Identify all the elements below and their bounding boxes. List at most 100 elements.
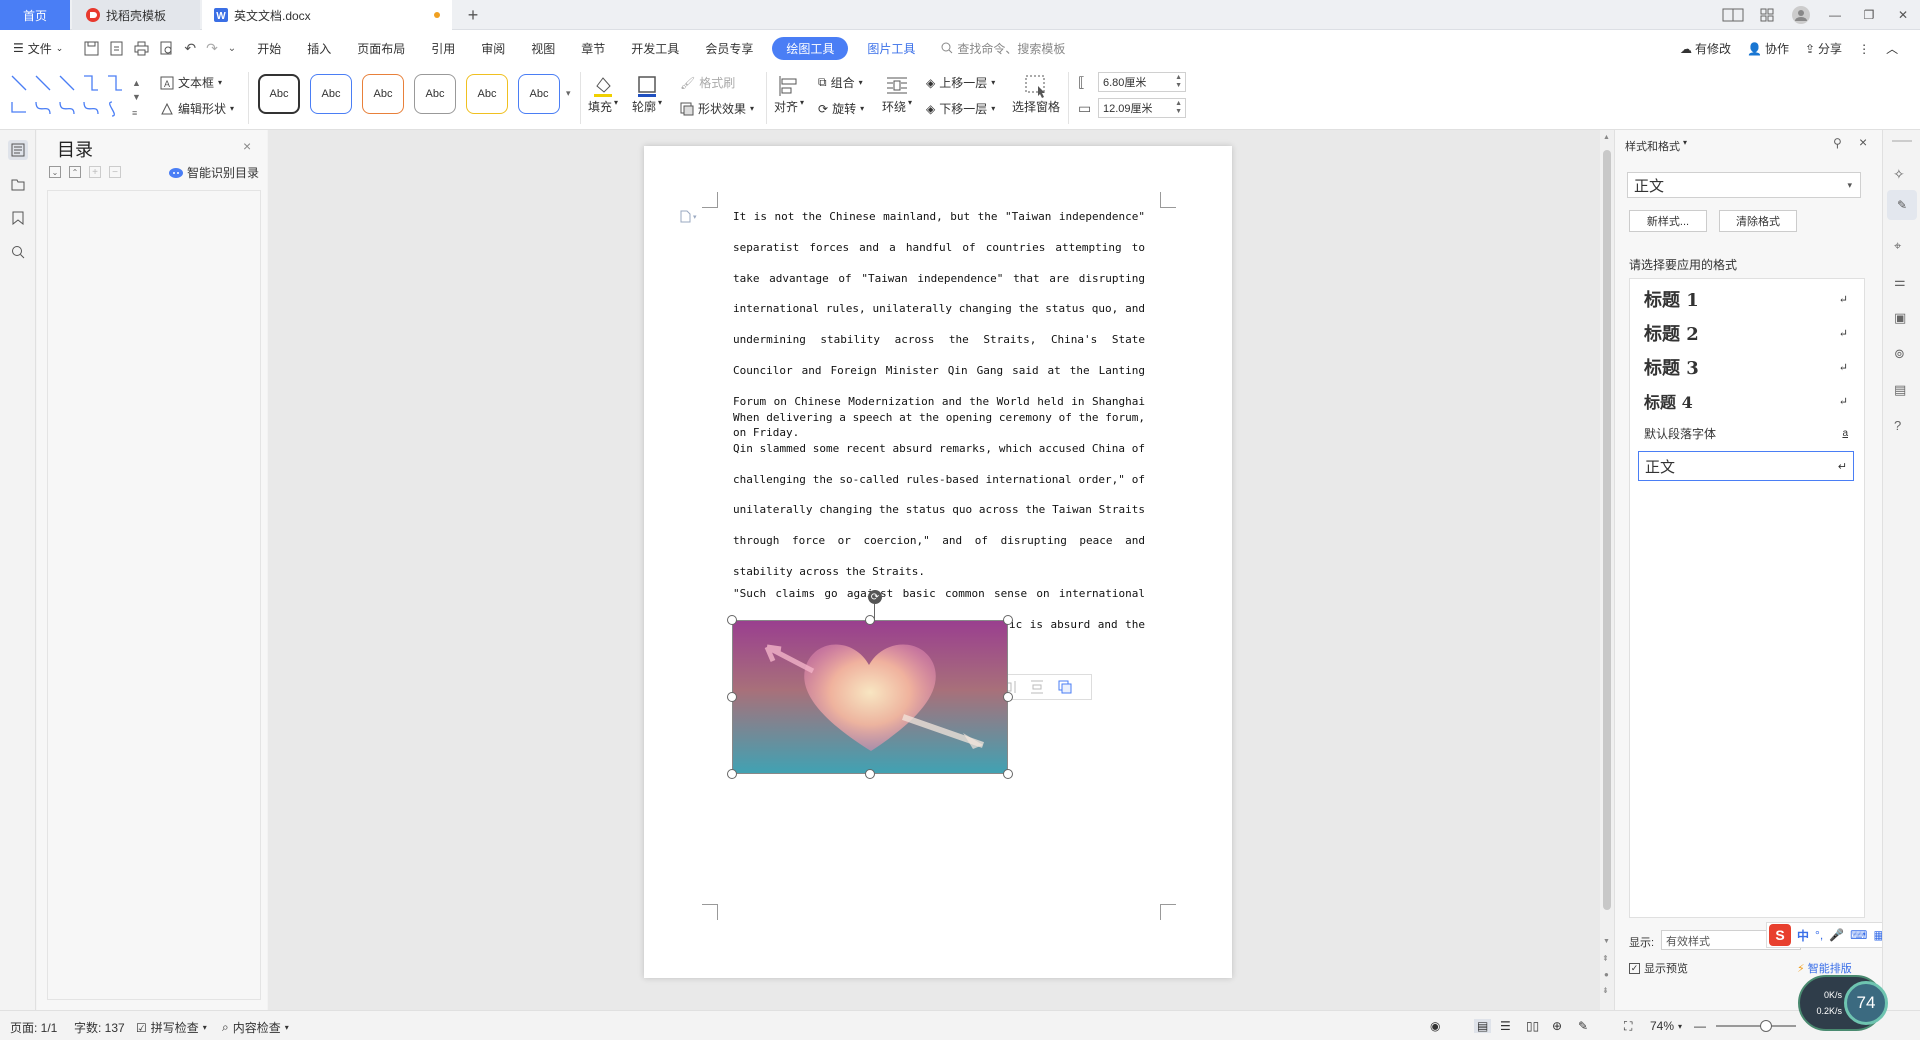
property-sliders-icon[interactable]: ⚌	[1894, 274, 1906, 290]
chapter-nav-icon[interactable]	[8, 174, 28, 194]
read-mode-icon[interactable]: ▤	[1894, 382, 1906, 398]
stepper-icon[interactable]: ▲ ▼	[1175, 74, 1182, 90]
zoom-out-icon[interactable]: —	[1694, 1019, 1706, 1033]
new-style-button[interactable]: 新样式...	[1629, 210, 1707, 232]
backup-icon[interactable]: ⊚	[1894, 346, 1905, 362]
menu-page-layout[interactable]: 页面布局	[344, 40, 418, 57]
bookmark-icon[interactable]	[8, 208, 28, 228]
undo-icon[interactable]: ↶	[184, 40, 196, 57]
text-box-button[interactable]: A 文本框 ▾	[160, 74, 222, 91]
menu-picture-tools[interactable]: 图片工具	[854, 40, 928, 57]
resize-handle[interactable]	[865, 615, 875, 625]
tab-home[interactable]: 首页	[0, 0, 70, 30]
clear-format-button[interactable]: 清除格式	[1719, 210, 1797, 232]
toc-nav-icon[interactable]	[8, 140, 28, 160]
menu-start[interactable]: 开始	[244, 40, 294, 57]
stepper-icon[interactable]: ▲ ▼	[1175, 100, 1182, 116]
shape-style-swatch-5[interactable]: Abc	[466, 74, 508, 114]
file-menu[interactable]: ☰ 文件 ⌄	[0, 40, 76, 57]
shape-style-swatch-1[interactable]: Abc	[258, 74, 300, 114]
pin-icon[interactable]: ⚲	[1833, 136, 1842, 150]
collab-button[interactable]: 👤 协作	[1747, 40, 1789, 57]
menu-drawing-tools[interactable]: 绘图工具	[772, 36, 849, 60]
select-cursor-icon[interactable]: ⌖	[1894, 238, 1901, 254]
redo-icon[interactable]: ↷	[206, 40, 218, 57]
restore-icon[interactable]: ❐	[1852, 0, 1886, 30]
add-heading-icon[interactable]: +	[89, 166, 101, 178]
crop-picture-icon[interactable]	[1053, 677, 1077, 697]
shape-effect-button[interactable]: 形状效果 ▾	[680, 100, 754, 117]
resize-handle[interactable]	[727, 615, 737, 625]
style-item-default-font[interactable]: 默认段落字体 a	[1638, 421, 1854, 445]
bring-forward-button[interactable]: ◈ 上移一层 ▾	[926, 74, 995, 91]
paragraph[interactable]: When delivering a speech at the opening …	[733, 403, 1145, 588]
resize-handle[interactable]	[865, 769, 875, 779]
keyboard-icon[interactable]: ⌨	[1850, 928, 1867, 942]
format-painter-button[interactable]: 🖌 格式刷	[680, 74, 735, 91]
eye-protection-icon[interactable]: ◉	[1430, 1019, 1440, 1033]
align-button[interactable]: 对齐 ▾	[774, 74, 804, 115]
scroll-down-icon[interactable]: ▼	[1603, 938, 1610, 945]
shape-style-swatch-6[interactable]: Abc	[518, 74, 560, 114]
sogou-logo-icon[interactable]: S	[1769, 924, 1791, 946]
show-preview-checkbox[interactable]: ✓ 显示预览	[1629, 960, 1688, 976]
close-pane-icon[interactable]: ×	[243, 138, 251, 154]
edit-shape-button[interactable]: 编辑形状 ▾	[160, 100, 234, 117]
tab-template[interactable]: 找稻壳模板	[72, 0, 200, 30]
next-page-icon[interactable]: ⇟	[1602, 986, 1609, 995]
grid-apps-icon[interactable]	[1750, 0, 1784, 30]
close-pane-icon[interactable]: ×	[1859, 134, 1867, 150]
print-icon[interactable]	[134, 41, 149, 56]
content-check-button[interactable]: ⌕ 内容检查 ▾	[222, 1019, 289, 1036]
group-button[interactable]: ⧉ 组合 ▾	[818, 74, 863, 91]
print-preview-icon[interactable]	[159, 41, 174, 56]
style-item-body-text[interactable]: 正文 ↵	[1638, 451, 1854, 481]
outline-button[interactable]: 轮廓 ▾	[632, 74, 662, 115]
menu-developer[interactable]: 开发工具	[618, 40, 692, 57]
style-item-heading-1[interactable]: 标题 1 ↵	[1638, 285, 1854, 313]
resize-handle[interactable]	[1003, 769, 1013, 779]
swatch-more-icon[interactable]: ▾	[566, 88, 571, 99]
resize-handle[interactable]	[1003, 692, 1013, 702]
minimize-icon[interactable]: —	[1818, 0, 1852, 30]
styles-pane-title[interactable]: 样式和格式 ▾	[1625, 138, 1687, 154]
page-count[interactable]: 页面: 1/1	[10, 1019, 57, 1036]
tab-document[interactable]: W 英文文档.docx	[202, 0, 452, 30]
zoom-level[interactable]: 74% ▾	[1650, 1019, 1682, 1033]
select-browse-object-icon[interactable]: ●	[1604, 970, 1609, 979]
save-icon[interactable]	[84, 41, 99, 56]
current-style-select[interactable]: 正文 ▾	[1627, 172, 1861, 198]
word-count[interactable]: 字数: 137	[74, 1019, 125, 1036]
fit-page-icon[interactable]: ⛶	[1624, 1019, 1632, 1034]
shape-style-swatch-4[interactable]: Abc	[414, 74, 456, 114]
resize-handle[interactable]	[1003, 615, 1013, 625]
image-tools-icon[interactable]: ▣	[1894, 310, 1906, 326]
outline-view-icon[interactable]: ☰	[1500, 1019, 1511, 1033]
shape-height-input[interactable]: 6.80厘米 ▲ ▼	[1098, 72, 1186, 92]
menu-review[interactable]: 审阅	[468, 40, 518, 57]
expand-all-icon[interactable]: ⌃	[69, 166, 81, 178]
writing-mode-icon[interactable]: ✎	[1578, 1019, 1588, 1033]
style-item-heading-2[interactable]: 标题 2 ↵	[1638, 319, 1854, 347]
wrap-button[interactable]: 环绕 ▾	[882, 74, 912, 115]
line-shapes-gallery[interactable]: ▲ ▼ ≡	[8, 72, 140, 124]
prev-page-icon[interactable]: ⇞	[1602, 954, 1609, 963]
zoom-slider-thumb[interactable]	[1760, 1020, 1772, 1032]
wand-icon[interactable]: ✧	[1893, 166, 1905, 183]
shape-style-swatch-2[interactable]: Abc	[310, 74, 352, 114]
style-item-heading-4[interactable]: 标题 4 ↵	[1638, 387, 1854, 415]
menu-insert[interactable]: 插入	[294, 40, 344, 57]
web-view-icon[interactable]: ⊕	[1552, 1019, 1562, 1033]
rotate-button[interactable]: ⟳ 旋转 ▾	[818, 100, 864, 117]
new-tab-icon[interactable]: +	[462, 4, 484, 26]
shape-style-swatch-3[interactable]: Abc	[362, 74, 404, 114]
layout-switch-icon[interactable]	[1716, 0, 1750, 30]
reading-view-icon[interactable]: ▯▯	[1526, 1019, 1539, 1033]
fill-button[interactable]: 填充 ▾	[588, 74, 618, 115]
share-button[interactable]: ⇪ 分享	[1805, 40, 1842, 57]
rotate-handle-icon[interactable]: ⟳	[868, 590, 882, 604]
command-search[interactable]: 查找命令、搜索模板	[928, 40, 1078, 57]
avatar[interactable]	[1784, 0, 1818, 30]
help-icon[interactable]: ?	[1894, 418, 1901, 433]
page-view-icon[interactable]: ▤	[1474, 1019, 1492, 1033]
